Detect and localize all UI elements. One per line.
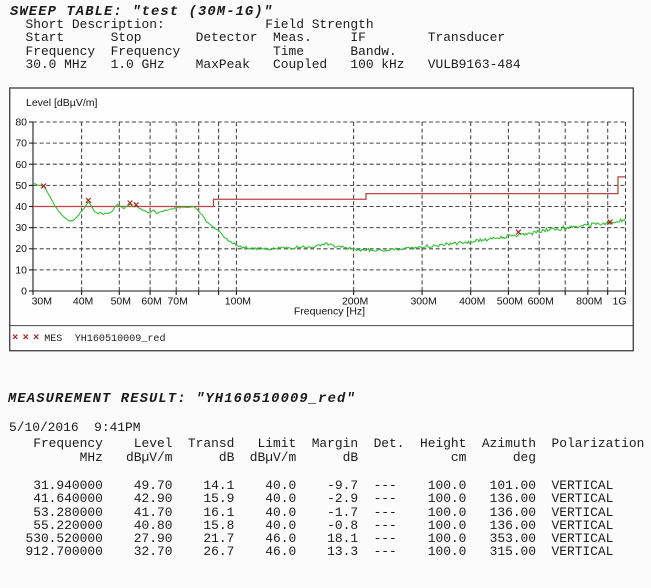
svg-text:80: 80 <box>15 117 27 129</box>
svg-text:500M: 500M <box>497 296 523 308</box>
svg-text:60M: 60M <box>141 296 161 308</box>
svg-text:40M: 40M <box>73 296 93 308</box>
svg-text:Level [dBµV/m]: Level [dBµV/m] <box>26 97 97 109</box>
svg-text:YH160510009_red: YH160510009_red <box>75 333 166 345</box>
svg-text:70M: 70M <box>167 296 187 308</box>
svg-text:1G: 1G <box>612 296 626 308</box>
svg-text:60: 60 <box>15 159 27 171</box>
svg-text:400M: 400M <box>459 296 485 308</box>
svg-text:50: 50 <box>15 180 27 192</box>
svg-text:30: 30 <box>15 222 27 234</box>
svg-text:30M: 30M <box>32 296 52 308</box>
svg-text:70: 70 <box>15 138 27 150</box>
svg-text:Frequency [Hz]: Frequency [Hz] <box>294 306 365 318</box>
svg-text:600M: 600M <box>528 296 554 308</box>
svg-text:MES: MES <box>44 334 62 345</box>
svg-text:0: 0 <box>21 286 27 298</box>
svg-text:20: 20 <box>15 243 27 255</box>
svg-text:50M: 50M <box>111 296 131 308</box>
svg-text:800M: 800M <box>576 296 602 308</box>
svg-text:100M: 100M <box>225 296 251 308</box>
svg-text:10: 10 <box>15 264 27 276</box>
svg-text:300M: 300M <box>410 296 436 308</box>
svg-text:40: 40 <box>15 201 27 213</box>
